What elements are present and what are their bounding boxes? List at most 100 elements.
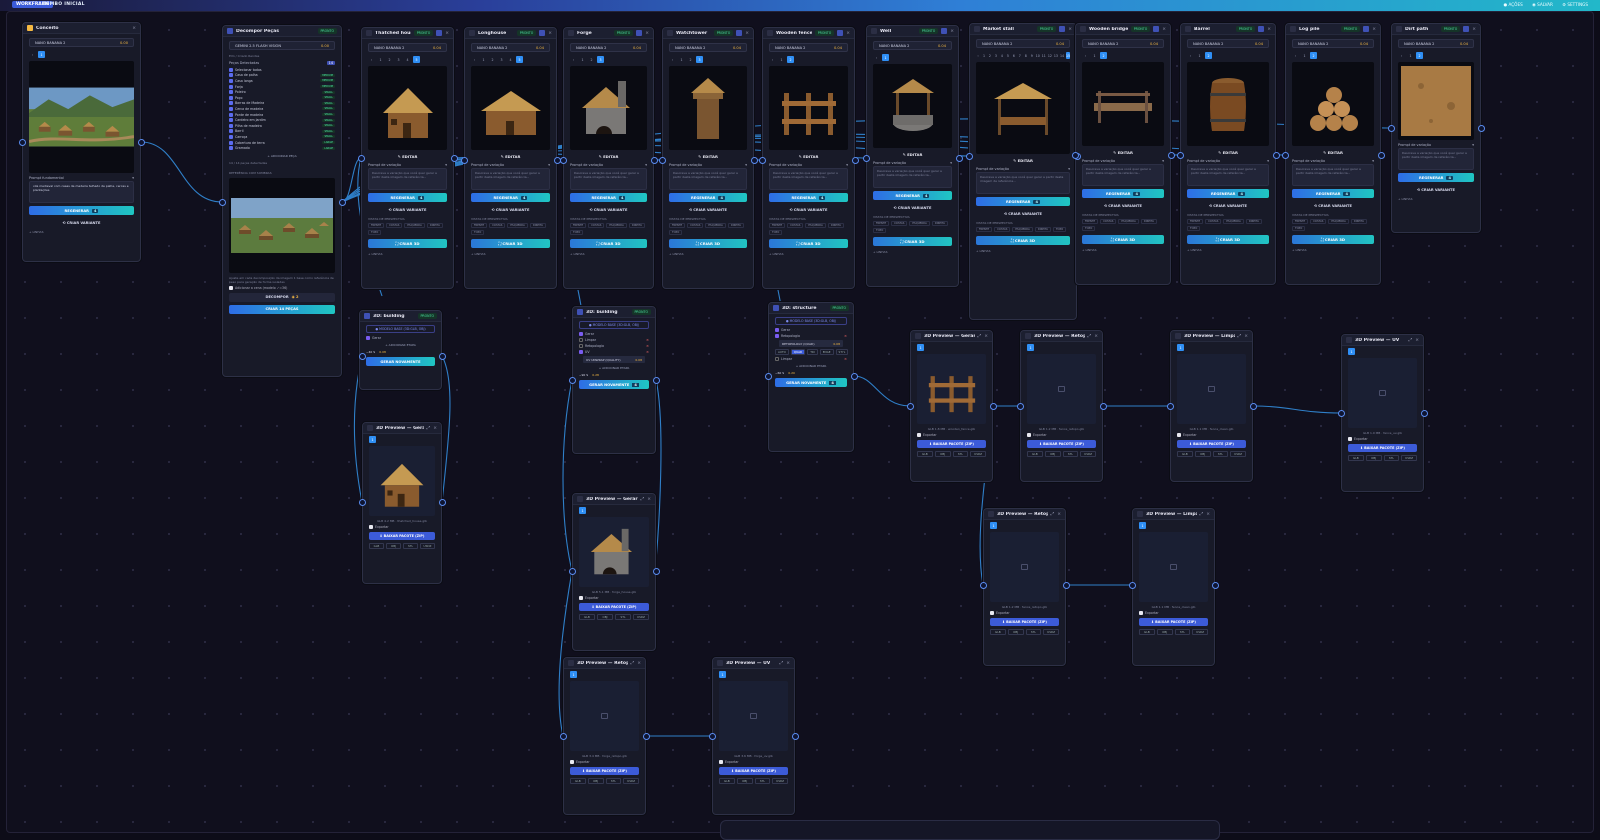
piece-node[interactable]: Wooden bridge PRONTO × NANO BANANA 2 0.04 ‹… bbox=[1075, 23, 1171, 285]
perspective-tag[interactable]: ESQUERDA bbox=[404, 223, 425, 228]
page-2[interactable]: 2 bbox=[588, 56, 595, 63]
create-variant-button[interactable]: ⟲ CRIAR VARIANTE bbox=[368, 205, 447, 214]
create-3d-button[interactable]: ⛶ CRIAR 3D bbox=[1082, 235, 1164, 244]
step-item[interactable]: Gerar bbox=[579, 332, 649, 336]
page-1[interactable]: 1 bbox=[38, 51, 45, 58]
page-1[interactable]: 1 bbox=[369, 436, 376, 443]
layers-icon[interactable] bbox=[1258, 26, 1265, 32]
format-option[interactable]: USDZ bbox=[970, 451, 986, 457]
expand-icon[interactable]: ⤢ bbox=[1200, 511, 1204, 517]
export-checkbox[interactable]: Exportar bbox=[917, 433, 986, 437]
page-1[interactable]: 1 bbox=[882, 54, 889, 61]
regenerate-button[interactable]: REGENERAR 4 bbox=[1292, 189, 1374, 198]
format-option[interactable]: OBJ bbox=[386, 543, 401, 549]
page-1[interactable]: 1 bbox=[1407, 52, 1414, 59]
format-option[interactable]: STL bbox=[615, 614, 631, 620]
create-variant-button[interactable]: ⟲ CRIAR VARIANTE bbox=[1292, 201, 1374, 210]
decompose-node[interactable]: Decompor Peças PRONTO GEMINI 2.5 FLASH VI… bbox=[222, 25, 342, 377]
create-3d-button[interactable]: ⛶ CRIAR 3D bbox=[471, 239, 550, 248]
model-select[interactable]: NANO BANANA 2 0.04 bbox=[368, 43, 447, 52]
perspective-tag[interactable]: DIREITA bbox=[1350, 219, 1367, 224]
page-8[interactable]: 8 bbox=[1024, 52, 1028, 59]
format-option[interactable]: GLB bbox=[1139, 629, 1155, 635]
gen3d-node[interactable]: 3D: building PRONTO ● MODELO BASE (3D:GLB… bbox=[359, 310, 442, 390]
page-3[interactable]: 3 bbox=[498, 56, 505, 63]
format-option[interactable]: USDZ bbox=[1401, 455, 1417, 461]
format-option[interactable]: OBJ bbox=[736, 778, 753, 784]
model-viewport[interactable] bbox=[570, 681, 639, 751]
prev-icon[interactable]: ‹ bbox=[1187, 52, 1194, 59]
prompt-input[interactable]: Descreva a variação que você quer gerar … bbox=[1398, 148, 1474, 170]
connection-port[interactable] bbox=[764, 372, 772, 380]
format-option[interactable]: USDZ bbox=[1080, 451, 1096, 457]
page-4[interactable]: 4 bbox=[1000, 52, 1004, 59]
preview-node[interactable]: 3D Preview — UV ⤢ × 1 GLB 1.0 MB · fence_u… bbox=[1341, 334, 1424, 492]
page-2[interactable]: 2 bbox=[1100, 52, 1107, 59]
piece-node[interactable]: Forge PRONTO × NANO BANANA 2 0.04 ‹ 1 2 3 ✎ ED… bbox=[563, 27, 654, 289]
format-option[interactable]: OBJ bbox=[1194, 451, 1211, 457]
format-option[interactable]: OBJ bbox=[1044, 451, 1061, 457]
connection-port[interactable] bbox=[568, 567, 576, 575]
regenerate-button[interactable]: REGENERAR 4 bbox=[1187, 189, 1269, 198]
page-13[interactable]: 13 bbox=[1054, 52, 1058, 59]
step-item[interactable]: Limpar × bbox=[579, 338, 649, 342]
uv-option[interactable]: UV UNWRAP (QUALITY) 0.08 bbox=[583, 356, 645, 363]
connection-port[interactable] bbox=[218, 198, 226, 206]
layers-icon[interactable] bbox=[1153, 26, 1160, 32]
edit-button[interactable]: ✎ EDITAR bbox=[970, 158, 1076, 163]
model-select[interactable]: NANO BANANA 2 0.04 bbox=[1082, 39, 1164, 48]
connection-port[interactable] bbox=[1016, 402, 1024, 410]
page-1[interactable]: 1 bbox=[778, 56, 785, 63]
connection-port[interactable] bbox=[460, 156, 468, 164]
prev-icon[interactable]: ‹ bbox=[29, 51, 36, 58]
lineage-link[interactable]: + LINHAS bbox=[1292, 248, 1374, 252]
perspective-tag[interactable]: DIREITA bbox=[628, 223, 645, 228]
perspective-tag[interactable]: DIREITA bbox=[426, 223, 443, 228]
preview-node[interactable]: 3D Preview — Retopologia⤢× 1 GLB 1.2 MB … bbox=[1020, 330, 1103, 482]
model-select[interactable]: NANO BANANA 2 0.04 bbox=[471, 43, 550, 52]
format-option[interactable]: USDZ bbox=[1192, 629, 1208, 635]
connection-port[interactable] bbox=[1071, 151, 1079, 159]
connection-port[interactable] bbox=[1099, 402, 1107, 410]
model-select[interactable]: NANO BANANA 2 0.04 bbox=[976, 39, 1070, 48]
connection-port[interactable] bbox=[1128, 581, 1136, 589]
connection-port[interactable] bbox=[1420, 409, 1428, 417]
create-3d-button[interactable]: ⛶ CRIAR 3D bbox=[1292, 235, 1374, 244]
close-icon[interactable]: × bbox=[433, 426, 437, 431]
format-option[interactable]: USDZ bbox=[633, 614, 649, 620]
topology-option[interactable]: EDGE bbox=[819, 349, 834, 355]
edit-button[interactable]: ✎ EDITAR bbox=[1076, 150, 1170, 155]
preview-node[interactable]: 3D Preview — Limpar ⤢ × 1 GLB 1.1 MB · fen… bbox=[1170, 330, 1253, 482]
model-viewport[interactable] bbox=[1139, 532, 1208, 602]
edit-button[interactable]: ✎ EDITAR bbox=[763, 154, 854, 159]
regenerate-button[interactable]: REGENERAR 4 bbox=[976, 197, 1070, 206]
format-option[interactable]: GLB bbox=[570, 778, 586, 784]
perspective-tag[interactable]: TOPO bbox=[471, 230, 485, 235]
prompt-input[interactable]: Descreva a variação que você quer gerar … bbox=[368, 168, 447, 190]
connection-port[interactable] bbox=[568, 376, 576, 384]
close-icon[interactable]: × bbox=[950, 29, 954, 34]
connection-port[interactable] bbox=[750, 156, 758, 164]
perspective-tag[interactable]: FRENTE bbox=[1082, 219, 1099, 224]
close-icon[interactable]: × bbox=[1057, 512, 1061, 517]
perspective-tag[interactable]: TOPO bbox=[1052, 227, 1067, 232]
model-viewport[interactable] bbox=[1177, 354, 1246, 424]
connection-port[interactable] bbox=[1337, 409, 1345, 417]
connection-port[interactable] bbox=[658, 156, 666, 164]
connection-port[interactable] bbox=[642, 732, 650, 740]
regenerate-button[interactable]: REGENERAR 4 bbox=[29, 206, 134, 215]
model-select[interactable]: NANO BANANA 2 0.04 bbox=[873, 41, 952, 50]
connection-port[interactable] bbox=[850, 372, 858, 380]
step-item[interactable]: UV × bbox=[579, 350, 649, 354]
connection-port[interactable] bbox=[559, 732, 567, 740]
connection-port[interactable] bbox=[338, 198, 346, 206]
format-option[interactable]: STL bbox=[1062, 451, 1079, 457]
page-4[interactable]: 4 bbox=[507, 56, 514, 63]
connection-port[interactable] bbox=[851, 156, 859, 164]
connection-port[interactable] bbox=[438, 352, 446, 360]
layers-icon[interactable] bbox=[636, 30, 643, 36]
preview-node[interactable]: 3D Preview — Gerar ⤢ × 1 GLB 1.8 MB · wood… bbox=[910, 330, 993, 482]
page-6[interactable]: 6 bbox=[1012, 52, 1016, 59]
format-option[interactable]: GLB bbox=[719, 778, 735, 784]
add-step-button[interactable]: + ADICIONAR ETAPA bbox=[366, 343, 435, 347]
